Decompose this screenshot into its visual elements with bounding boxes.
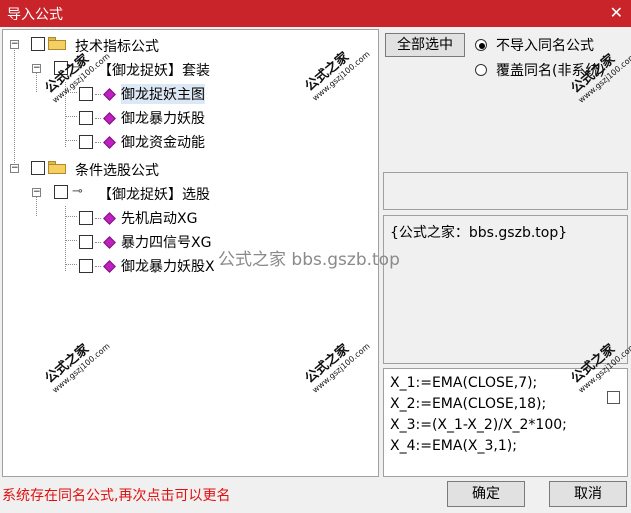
formula-icon — [103, 88, 116, 101]
collapse-icon[interactable]: − — [10, 40, 19, 49]
tree-item[interactable]: 御龙暴力妖股 — [3, 106, 373, 130]
checkbox[interactable] — [79, 235, 93, 249]
tree-item-label: 暴力四信号XG — [121, 235, 212, 251]
tree-item-label: 御龙暴力妖股X — [121, 259, 215, 275]
checkbox[interactable] — [31, 37, 45, 51]
checkbox[interactable] — [79, 211, 93, 225]
folder-icon — [48, 161, 66, 174]
no-import-same-radio[interactable] — [475, 39, 487, 51]
formula-icon — [103, 212, 116, 225]
folder-icon — [48, 37, 66, 50]
formula-icon — [103, 236, 116, 249]
formula-icon — [103, 136, 116, 149]
cancel-button[interactable]: 取消 — [549, 481, 627, 507]
center-watermark: 公式之家 bbs.gszb.top — [218, 250, 400, 270]
tree-item[interactable]: 御龙资金动能 — [3, 130, 373, 154]
tree-item-label: 御龙捉妖主图 — [121, 84, 205, 104]
no-import-same-label[interactable]: 不导入同名公式 — [496, 35, 594, 55]
collapse-icon[interactable]: − — [32, 188, 41, 197]
checkbox[interactable] — [79, 135, 93, 149]
collapse-icon[interactable]: − — [10, 164, 19, 173]
ok-button[interactable]: 确定 — [447, 481, 525, 507]
checkbox[interactable] — [79, 87, 93, 101]
status-message: 系统存在同名公式,再次点击可以更名 — [2, 488, 231, 504]
tree-node-label: 条件选股公式 — [75, 163, 159, 179]
formula-icon — [103, 260, 116, 273]
code-line: X_4:=EMA(X_3,1); — [390, 438, 517, 454]
code-line: X_1:=EMA(CLOSE,7); — [390, 375, 538, 391]
checkbox[interactable] — [54, 185, 68, 199]
description-text: {公式之家：bbs.gszb.top} — [390, 225, 568, 241]
tree-node-stock-selection[interactable]: − 条件选股公式 — [3, 158, 373, 182]
checkbox[interactable] — [79, 259, 93, 273]
overwrite-same-radio[interactable] — [475, 64, 487, 76]
checkbox[interactable] — [79, 111, 93, 125]
tree-node-tech-indicators[interactable]: − 技术指标公式 — [3, 34, 373, 58]
checkbox[interactable] — [31, 161, 45, 175]
tree-item-label: 御龙暴力妖股 — [121, 111, 205, 127]
code-checkbox[interactable] — [607, 391, 620, 404]
window-title: 导入公式 — [7, 7, 63, 23]
tree-node-label: 【御龙捉妖】套装 — [98, 63, 210, 79]
close-icon[interactable]: ✕ — [610, 3, 623, 22]
key-icon: ⊸ — [72, 184, 83, 199]
import-formula-dialog: 导入公式 ✕ − 技术指标公式 − ⊸ 【御龙捉妖】套装 御龙捉妖主图 御龙暴力… — [0, 0, 631, 513]
collapse-icon[interactable]: − — [32, 64, 41, 73]
title-bar[interactable]: 导入公式 ✕ — [0, 0, 631, 27]
select-all-button[interactable]: 全部选中 — [385, 33, 465, 57]
formula-icon — [103, 112, 116, 125]
tree-item[interactable]: 先机启动XG — [3, 206, 373, 230]
formula-description: {公式之家：bbs.gszb.top} — [383, 215, 628, 364]
tree-node-label: 【御龙捉妖】选股 — [98, 187, 210, 203]
tree-item-label: 御龙资金动能 — [121, 135, 205, 151]
code-line: X_2:=EMA(CLOSE,18); — [390, 396, 547, 412]
tree-node-subgroup[interactable]: − ⊸ 【御龙捉妖】选股 — [3, 182, 373, 206]
formula-name-field[interactable] — [383, 172, 628, 210]
tree-item-label: 先机启动XG — [121, 211, 198, 227]
code-line: X_3:=(X_1-X_2)/X_2*100; — [390, 417, 567, 433]
